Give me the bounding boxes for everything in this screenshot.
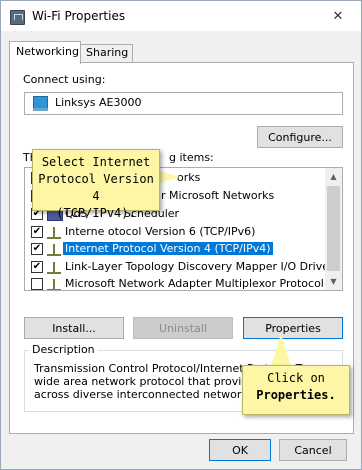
list-item-label: Link-Layer Topology Discovery Mapper I/O… bbox=[65, 260, 334, 273]
adapter-name: Linksys AE3000 bbox=[55, 96, 142, 109]
close-button[interactable]: ✕ bbox=[315, 1, 361, 31]
properties-button[interactable]: Properties bbox=[243, 317, 343, 339]
adapter-field: Linksys AE3000 bbox=[24, 92, 343, 115]
install-button[interactable]: Install... bbox=[24, 317, 124, 339]
configure-button[interactable]: Configure... bbox=[257, 126, 343, 148]
checkbox[interactable]: ✔ bbox=[31, 226, 43, 238]
scroll-thumb[interactable] bbox=[327, 186, 340, 271]
checkbox[interactable]: ✔ bbox=[31, 261, 43, 273]
connect-using-label: Connect using: bbox=[23, 73, 106, 86]
list-item-label: Interne otocol Version 6 (TCP/IPv6) bbox=[65, 225, 256, 238]
list-scrollbar[interactable]: ▲ ▼ bbox=[325, 168, 342, 290]
list-item-label: r Microsoft Networks bbox=[161, 189, 275, 202]
instruction-callout-properties: Click on Properties. bbox=[242, 365, 350, 415]
wifi-properties-window: Wi-Fi Properties ✕ Networking Sharing Co… bbox=[0, 0, 362, 470]
protocol-icon bbox=[47, 262, 61, 274]
list-item-selected[interactable]: ✔ Internet Protocol Version 4 (TCP/IPv4) bbox=[25, 241, 325, 258]
tab-sharing[interactable]: Sharing bbox=[79, 44, 133, 63]
list-item[interactable]: Microsoft Network Adapter Multiplexor Pr… bbox=[25, 276, 325, 290]
description-title: Description bbox=[29, 343, 98, 356]
list-item-label: orks bbox=[177, 171, 201, 184]
list-item-label: Microsoft Network Adapter Multiplexor Pr… bbox=[65, 277, 324, 290]
uninstall-button: Uninstall bbox=[133, 317, 233, 339]
ok-button[interactable]: OK bbox=[209, 439, 271, 461]
list-item[interactable]: ✔ Link-Layer Topology Discovery Mapper I… bbox=[25, 259, 334, 276]
scroll-up-arrow-icon[interactable]: ▲ bbox=[325, 168, 342, 185]
callout-pointer bbox=[271, 334, 291, 366]
cancel-button[interactable]: Cancel bbox=[279, 439, 347, 461]
protocol-icon bbox=[47, 279, 61, 290]
tab-networking[interactable]: Networking bbox=[9, 41, 81, 64]
scroll-down-arrow-icon[interactable]: ▼ bbox=[325, 273, 342, 290]
list-item[interactable]: ✔ Interne otocol Version 6 (TCP/IPv6) bbox=[25, 224, 325, 241]
checkbox[interactable]: ✔ bbox=[31, 243, 43, 255]
items-label-end: g items: bbox=[169, 151, 214, 164]
window-title: Wi-Fi Properties bbox=[32, 9, 126, 23]
protocol-icon bbox=[47, 244, 61, 256]
instruction-callout-select: Select Internet Protocol Version 4 (TCP/… bbox=[32, 149, 160, 220]
network-adapter-icon bbox=[33, 96, 48, 111]
network-adapter-icon bbox=[10, 10, 25, 25]
checkbox[interactable] bbox=[31, 278, 43, 290]
close-icon: ✕ bbox=[332, 8, 344, 24]
list-item-label: Internet Protocol Version 4 (TCP/IPv4) bbox=[63, 242, 273, 255]
protocol-icon bbox=[47, 227, 61, 239]
title-bar: Wi-Fi Properties ✕ bbox=[1, 1, 361, 31]
